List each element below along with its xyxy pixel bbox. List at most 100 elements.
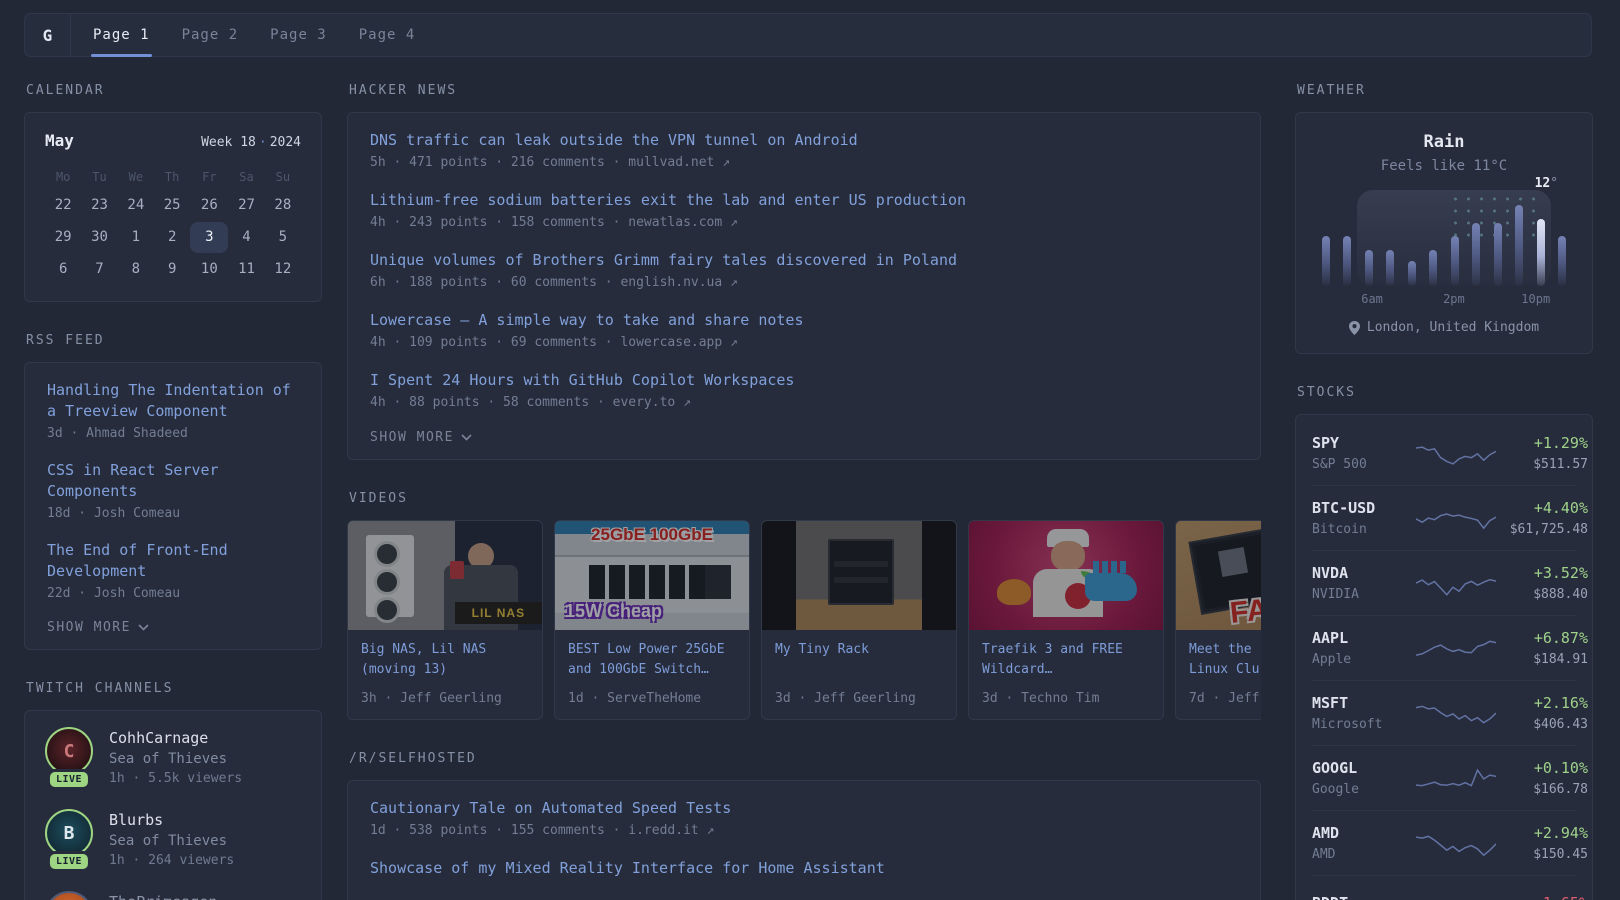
stock-sparkline: [1416, 438, 1496, 470]
twitch-channel-row[interactable]: B LIVE Blurbs Sea of Thieves 1h · 264 vi…: [45, 809, 301, 870]
video-card[interactable]: LIL NAS Big NAS, Lil NAS (moving 13) 3h …: [347, 520, 543, 720]
separator-dot: ·: [259, 135, 267, 150]
twitch-channel-name[interactable]: CohhCarnage: [109, 728, 242, 749]
stock-row[interactable]: RDDT -1.65%: [1312, 876, 1576, 900]
twitch-channel-name[interactable]: ThePrimeagen: [109, 892, 217, 900]
video-thumbnail[interactable]: FAS: [1176, 521, 1261, 630]
video-card[interactable]: My Tiny Rack 3d · Jeff Geerling: [761, 520, 957, 720]
logo-text: G: [43, 26, 53, 45]
hn-item-title[interactable]: Unique volumes of Brothers Grimm fairy t…: [370, 251, 957, 269]
reddit-item-title[interactable]: Cautionary Tale on Automated Speed Tests: [370, 799, 731, 817]
hn-item: Lowercase – A simple way to take and sha…: [370, 310, 1238, 352]
video-card[interactable]: FAS Meet the Linux Clu 7d · Jeff Geerlin…: [1175, 520, 1261, 720]
calendar-day: 11: [228, 254, 264, 285]
video-title[interactable]: BEST Low Power 25GbE and 100GbE Switch…: [568, 640, 736, 682]
rss-section: RSS FEED Handling The Indentation of a T…: [24, 333, 322, 650]
tab-page-2[interactable]: Page 2: [166, 14, 255, 56]
stock-row[interactable]: AAPL Apple +6.87% $184.91: [1312, 616, 1576, 681]
stock-name: Bitcoin: [1312, 520, 1416, 539]
hn-item-meta: 4h · 109 points · 69 comments · lowercas…: [370, 333, 1238, 352]
hn-item-meta: 6h · 188 points · 60 comments · english.…: [370, 273, 1238, 292]
current-temp-label: 12°: [1535, 176, 1558, 191]
videos-section: VIDEOS LIL NAS: [347, 491, 1261, 720]
weather-location: London, United Kingdom: [1316, 320, 1572, 335]
stock-name: Google: [1312, 780, 1416, 799]
stock-price: $166.78: [1496, 780, 1588, 799]
stock-row[interactable]: NVDA NVIDIA +3.52% $888.40: [1312, 551, 1576, 616]
weather-condition: Rain: [1316, 131, 1572, 153]
hour-label: 6am: [1361, 292, 1383, 306]
rss-item-title[interactable]: CSS in React Server Components: [47, 461, 219, 500]
video-thumbnail[interactable]: [969, 521, 1163, 630]
video-title[interactable]: Big NAS, Lil NAS (moving 13): [361, 640, 529, 682]
stock-sparkline: [1416, 503, 1496, 535]
calendar-day: 6: [45, 254, 81, 285]
stock-price: $61,725.48: [1496, 520, 1588, 539]
stocks-section: STOCKS SPY S&P 500 +1.29% $511.57: [1295, 385, 1593, 900]
stock-price: $511.57: [1496, 455, 1588, 474]
tab-page-4[interactable]: Page 4: [343, 14, 432, 56]
hackernews-section: HACKER NEWS DNS traffic can leak outside…: [347, 83, 1261, 460]
twitch-section: TWITCH CHANNELS C LIVE CohhCarnage Sea o…: [24, 681, 322, 900]
twitch-channel-name[interactable]: Blurbs: [109, 810, 234, 831]
hackernews-section-title: HACKER NEWS: [349, 83, 1261, 98]
active-tab-underline: [91, 54, 152, 57]
location-pin-icon: [1349, 321, 1360, 335]
hn-item: Lithium-free sodium batteries exit the l…: [370, 190, 1238, 232]
video-title-line: BEST Low Power 25GbE: [568, 640, 736, 660]
hn-item-title[interactable]: DNS traffic can leak outside the VPN tun…: [370, 131, 858, 149]
temp-bar: [1558, 236, 1566, 286]
stock-row[interactable]: SPY S&P 500 +1.29% $511.57: [1312, 421, 1576, 486]
twitch-channel-row[interactable]: P ThePrimeagen: [45, 891, 301, 900]
stock-row[interactable]: GOOGL Google +0.10% $166.78: [1312, 746, 1576, 811]
twitch-channel-game: Sea of Thieves: [109, 831, 234, 851]
calendar-day: 9: [154, 254, 190, 285]
stock-row[interactable]: MSFT Microsoft +2.16% $406.43: [1312, 681, 1576, 746]
stock-change: +3.52%: [1496, 563, 1588, 583]
calendar-day: 10: [190, 254, 228, 285]
twitch-channel-game: Sea of Thieves: [109, 749, 242, 769]
stock-price: $150.45: [1496, 845, 1588, 864]
video-thumbnail[interactable]: [762, 521, 956, 630]
video-title[interactable]: My Tiny Rack: [775, 640, 943, 682]
video-title[interactable]: Traefik 3 and FREE Wildcard…: [982, 640, 1150, 682]
video-title[interactable]: Meet the Linux Clu: [1189, 640, 1261, 682]
reddit-item: Cautionary Tale on Automated Speed Tests…: [370, 798, 1238, 840]
video-thumbnail[interactable]: 25GbE 100GbE 15W Cheap: [555, 521, 749, 630]
temp-bar: [1494, 223, 1502, 286]
stock-change: +4.40%: [1496, 498, 1588, 518]
rss-show-more-button[interactable]: SHOW MORE: [47, 620, 299, 635]
avatar-initial: C: [64, 741, 75, 762]
stock-sparkline: [1416, 763, 1496, 795]
rss-item-title[interactable]: The End of Front-End Development: [47, 541, 228, 580]
twitch-channel-row[interactable]: C LIVE CohhCarnage Sea of Thieves 1h · 5…: [45, 727, 301, 788]
stock-symbol: GOOGL: [1312, 758, 1416, 778]
avatar-initial: B: [64, 823, 75, 844]
rss-item-title[interactable]: Handling The Indentation of a Treeview C…: [47, 381, 291, 420]
video-title-line: and 100GbE Switch…: [568, 660, 736, 680]
stock-row[interactable]: AMD AMD +2.94% $150.45: [1312, 811, 1576, 876]
hn-item-title[interactable]: Lithium-free sodium batteries exit the l…: [370, 191, 966, 209]
calendar-week-number: 18: [240, 135, 256, 150]
rss-widget: Handling The Indentation of a Treeview C…: [24, 362, 322, 650]
hn-show-more-button[interactable]: SHOW MORE: [370, 430, 1238, 445]
video-card[interactable]: 25GbE 100GbE 15W Cheap BEST Low Power 25…: [554, 520, 750, 720]
tab-label: Page 2: [182, 27, 239, 43]
stock-name: Microsoft: [1312, 715, 1416, 734]
tab-page-1[interactable]: Page 1: [77, 14, 166, 56]
video-card[interactable]: Traefik 3 and FREE Wildcard… 3d · Techno…: [968, 520, 1164, 720]
tab-page-3[interactable]: Page 3: [254, 14, 343, 56]
hn-item-title[interactable]: Lowercase – A simple way to take and sha…: [370, 311, 803, 329]
stock-row[interactable]: BTC-USD Bitcoin +4.40% $61,725.48: [1312, 486, 1576, 551]
rss-item-meta: 3d · Ahmad Shadeed: [47, 424, 299, 443]
calendar-day: 2: [154, 222, 190, 253]
reddit-item-title[interactable]: Showcase of my Mixed Reality Interface f…: [370, 859, 885, 877]
tab-label: Page 1: [93, 27, 150, 43]
app-logo[interactable]: G: [25, 14, 71, 56]
chevron-down-icon: [138, 624, 149, 631]
stock-symbol: MSFT: [1312, 693, 1416, 713]
video-thumbnail[interactable]: LIL NAS: [348, 521, 542, 630]
calendar-day: 23: [81, 190, 117, 221]
hn-item-title[interactable]: I Spent 24 Hours with GitHub Copilot Wor…: [370, 371, 794, 389]
calendar-week-label: Week: [201, 135, 232, 150]
